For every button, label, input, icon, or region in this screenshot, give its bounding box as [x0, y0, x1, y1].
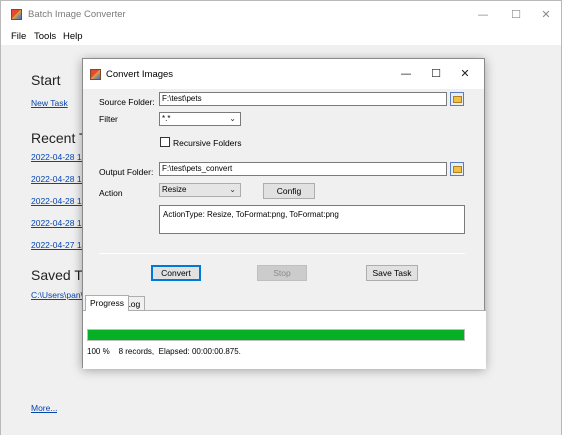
- saved-task-link[interactable]: C:\Users\pan\D: [31, 290, 89, 300]
- source-folder-label: Source Folder:: [99, 97, 155, 107]
- dialog-title-bar[interactable]: Convert Images — ☐ ✕: [83, 59, 484, 89]
- app-icon: [11, 9, 22, 20]
- dialog-minimize-button[interactable]: —: [391, 65, 421, 83]
- save-task-button[interactable]: Save Task: [366, 265, 418, 281]
- dialog-close-button[interactable]: ✕: [450, 65, 480, 83]
- menu-tools[interactable]: Tools: [34, 31, 56, 42]
- action-label: Action: [99, 188, 123, 198]
- chevron-down-icon: ⌄: [229, 185, 236, 194]
- close-button[interactable]: ✕: [531, 6, 561, 24]
- menu-help[interactable]: Help: [63, 31, 83, 42]
- divider: [99, 253, 465, 254]
- action-combo[interactable]: Resize ⌄: [159, 183, 241, 197]
- elapsed-time: Elapsed: 00:00:00.875.: [158, 347, 241, 356]
- browse-source-button[interactable]: [450, 92, 464, 106]
- chevron-down-icon: ⌄: [229, 114, 236, 123]
- folder-icon: [453, 96, 462, 103]
- action-value: Resize: [162, 185, 187, 194]
- menu-bar: File Tools Help: [1, 29, 561, 45]
- app-icon: [90, 69, 101, 80]
- dialog-maximize-button[interactable]: ☐: [421, 65, 451, 83]
- progress-status: 100 % 8 records, Elapsed: 00:00:00.875.: [87, 347, 241, 356]
- window-title: Batch Image Converter: [28, 9, 126, 20]
- action-summary-box[interactable]: ActionType: Resize, ToFormat:png, ToForm…: [159, 205, 465, 234]
- dialog-title: Convert Images: [106, 69, 174, 80]
- new-task-link[interactable]: New Task: [31, 98, 68, 108]
- browse-output-button[interactable]: [450, 162, 464, 176]
- recursive-folders-label: Recursive Folders: [173, 138, 242, 148]
- progress-bar: [87, 329, 465, 341]
- tab-progress[interactable]: Progress: [85, 295, 130, 311]
- filter-value: *.*: [162, 114, 171, 123]
- recursive-folders-checkbox[interactable]: [160, 137, 170, 147]
- maximize-button[interactable]: ☐: [501, 6, 531, 24]
- convert-button[interactable]: Convert: [151, 265, 201, 281]
- more-link[interactable]: More...: [31, 403, 57, 413]
- minimize-button[interactable]: —: [468, 6, 498, 24]
- title-bar[interactable]: Batch Image Converter — ☐ ✕: [1, 1, 561, 29]
- filter-label: Filter: [99, 114, 118, 124]
- source-folder-input[interactable]: F:\test\pets: [159, 92, 447, 106]
- convert-images-dialog: Convert Images — ☐ ✕ Source Folder: F:\t…: [82, 58, 486, 369]
- menu-file[interactable]: File: [11, 31, 26, 42]
- start-heading: Start: [31, 72, 61, 88]
- filter-combo[interactable]: *.* ⌄: [159, 112, 241, 126]
- folder-icon: [453, 166, 462, 173]
- stop-button[interactable]: Stop: [257, 265, 307, 281]
- progress-percent: 100 %: [87, 347, 110, 356]
- progress-panel: 100 % 8 records, Elapsed: 00:00:00.875.: [83, 310, 486, 369]
- output-folder-label: Output Folder:: [99, 167, 154, 177]
- progress-bar-fill: [88, 330, 464, 340]
- output-folder-input[interactable]: F:\test\pets_convert: [159, 162, 447, 176]
- config-button[interactable]: Config: [263, 183, 315, 199]
- records-count: 8 records,: [118, 347, 155, 356]
